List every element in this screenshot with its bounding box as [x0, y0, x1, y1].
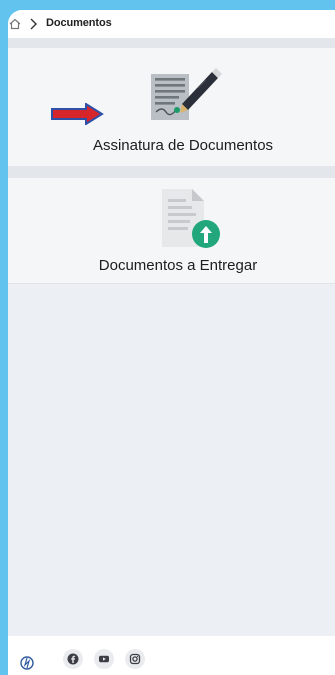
logo-icon — [20, 656, 34, 670]
card-label: Documentos a Entregar — [98, 257, 258, 274]
instagram-icon[interactable] — [125, 649, 145, 669]
facebook-icon[interactable] — [63, 649, 83, 669]
breadcrumb-current: Documentos — [46, 17, 112, 29]
breadcrumb: Documentos — [8, 10, 335, 39]
spacer — [8, 166, 335, 178]
red-arrow-icon — [51, 103, 104, 125]
chevron-right-icon — [30, 18, 37, 30]
home-icon[interactable] — [9, 18, 21, 30]
document-upload-icon — [162, 189, 220, 248]
card-documentos-a-entregar[interactable]: Documentos a Entregar — [8, 178, 335, 284]
footer — [8, 636, 335, 675]
card-label: Assinatura de Documentos — [92, 137, 274, 154]
app-frame: Documentos Assinatura de Documentos Docu… — [8, 10, 335, 675]
spacer — [8, 39, 335, 48]
document-sign-icon — [151, 68, 222, 120]
card-assinatura-documentos[interactable]: Assinatura de Documentos — [8, 48, 335, 167]
youtube-icon[interactable] — [94, 649, 114, 669]
